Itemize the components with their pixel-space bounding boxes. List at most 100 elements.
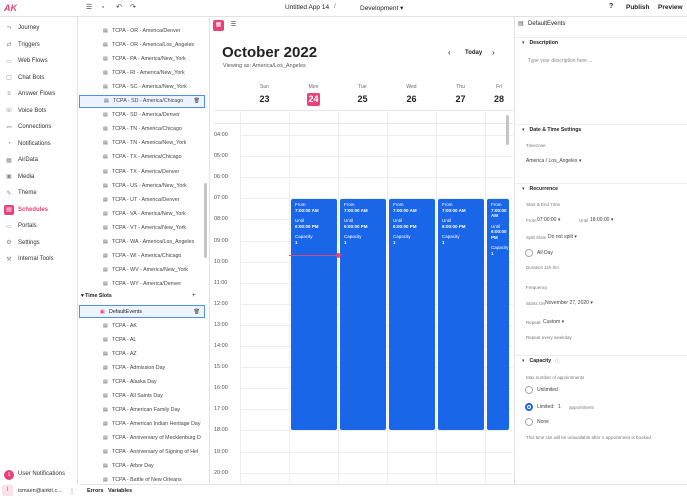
tree-item[interactable]: ▤ TCPA - RI - America/New_York <box>79 66 205 79</box>
tree-item[interactable]: ▤ TCPA - WI - America/Chicago <box>79 250 205 263</box>
nav-item-internal-tools[interactable]: ⚒ Internal Tools <box>0 251 78 267</box>
trash-icon[interactable]: 🗑 <box>194 309 200 315</box>
app-logo[interactable]: AK <box>4 3 17 13</box>
event-block[interactable]: From 7:00:00 AM Until 6:00:00 PM Capacity 1 <box>487 199 509 430</box>
description-input[interactable]: Type your description here ... <box>528 58 592 64</box>
split-select[interactable]: Do not split ▾ <box>548 234 577 240</box>
nav-item-notifications[interactable]: ◔ Notifications <box>0 136 78 152</box>
today-button[interactable]: Today <box>465 50 482 56</box>
preview-button[interactable]: Preview <box>658 4 683 11</box>
timeslot-item[interactable]: ▤ TCPA - Arbor Day <box>79 459 205 472</box>
tree-item-default-events[interactable]: ▣ DefaultEvents 🗑 <box>79 305 205 318</box>
tree-item[interactable]: ▤ TCPA - WV - America/New_York <box>79 264 205 277</box>
nav-item-chat-bots[interactable]: ▢ Chat Bots <box>0 70 78 86</box>
user-email[interactable]: ismaen@airkit.c... <box>18 488 62 494</box>
user-notifications-link[interactable]: User Notifications <box>18 471 65 477</box>
menu-icon[interactable]: ☰ <box>84 3 94 13</box>
all-day-checkbox[interactable] <box>525 249 533 257</box>
timeslot-item[interactable]: ▤ TCPA - All Saints Day <box>79 389 205 402</box>
errors-tab[interactable]: Errors <box>87 488 104 494</box>
capacity-section-header[interactable]: ▾ Capacity ⓘ <box>514 355 687 366</box>
app-title[interactable]: Untitled App 14 <box>285 4 329 11</box>
date-time-section-header[interactable]: ▾ Date & Time Settings <box>514 124 687 135</box>
redo-icon[interactable]: ↷ <box>128 3 138 13</box>
timeslot-item[interactable]: ▤ TCPA - AK <box>79 319 205 332</box>
avatar[interactable]: I <box>2 485 13 496</box>
add-timeslot-button[interactable]: + <box>192 293 196 299</box>
timeslot-item[interactable]: ▤ TCPA - American Family Day <box>79 403 205 416</box>
tree-item[interactable]: ▤ TCPA - US - America/New_York <box>79 179 205 192</box>
tree-item[interactable]: ▤ TCPA - VA - America/New_York <box>79 207 205 220</box>
tree-item[interactable]: ▤ TCPA - VT - America/New_York <box>79 221 205 234</box>
undo-icon[interactable]: ↶ <box>114 3 124 13</box>
nav-item-media[interactable]: ▣ Media <box>0 169 78 185</box>
timeslot-item[interactable]: ▤ TCPA - Admission Day <box>79 361 205 374</box>
day-header[interactable]: Fri 28 <box>485 84 513 106</box>
calendar-view-icon[interactable]: ▦ <box>213 20 224 31</box>
nav-item-web-flows[interactable]: ▭ Web Flows <box>0 53 78 69</box>
chevron-right-icon[interactable]: › <box>492 48 495 57</box>
calendar-scrollbar[interactable] <box>506 115 509 145</box>
event-block[interactable]: From 7:00:00 AM Until 6:00:00 PM Capacity 1 <box>438 199 484 430</box>
day-header[interactable]: Wed 26 <box>387 84 436 106</box>
description-section-header[interactable]: ▾ Description <box>514 37 687 48</box>
tree-scrollbar[interactable] <box>204 183 207 258</box>
timeslot-item[interactable]: ▤ TCPA - Anniversary of Signing of Hel <box>79 445 205 458</box>
day-header[interactable]: Tue 25 <box>338 84 387 106</box>
trash-icon[interactable]: 🗑 <box>194 98 200 104</box>
tree-item[interactable]: ▤ TCPA - OR - America/Los_Angeles <box>79 38 205 51</box>
more-icon[interactable]: ⋮ <box>69 488 75 495</box>
nav-item-answer-flows[interactable]: ≡ Answer Flows <box>0 86 78 102</box>
tree-item[interactable]: ▤ TCPA - OR - America/Denver <box>79 24 205 37</box>
unlimited-radio[interactable] <box>525 386 533 394</box>
day-header[interactable]: Sun 23 <box>240 84 289 106</box>
tree-item[interactable]: ▤ TCPA - WY - America/Denver <box>79 278 205 291</box>
event-block[interactable]: From 7:00:00 AM Until 6:00:00 PM Capacity 1 <box>389 199 435 430</box>
timeslots-header[interactable]: ▾ Time Slots <box>81 293 201 303</box>
chevron-left-icon[interactable]: ‹ <box>448 48 451 57</box>
nav-item-settings[interactable]: ⚙ Settings <box>0 235 78 251</box>
event-block[interactable]: From 7:00:00 AM Until 6:00:00 PM Capacity 1 <box>291 199 337 430</box>
none-radio[interactable] <box>525 418 533 426</box>
repeat-select[interactable]: Custom ▾ <box>543 319 564 325</box>
tree-item[interactable]: ▤ TCPA - WA - America/Los_Angeles <box>79 236 205 249</box>
nav-item-theme[interactable]: ✎ Theme <box>0 185 78 201</box>
nav-item-portals[interactable]: ▭ Portals <box>0 218 78 234</box>
tree-item[interactable]: ▤ TCPA - SC - America/New_York <box>79 80 205 93</box>
environment-select[interactable]: Development ▾ <box>360 4 403 12</box>
tree-item[interactable]: ▤ TCPA - TN - America/New_York <box>79 137 205 150</box>
nav-item-journey[interactable]: ⤳ Journey <box>0 20 78 36</box>
variables-tab[interactable]: Variables <box>108 488 132 494</box>
timeslot-item[interactable]: ▤ TCPA - Battle of New Orleans <box>79 473 205 484</box>
nav-item-schedules[interactable]: ▤ Schedules <box>0 202 78 218</box>
nav-item-voice-bots[interactable]: ☏ Voice Bots <box>0 103 78 119</box>
timeslot-item[interactable]: ▤ TCPA - Alaska Day <box>79 375 205 388</box>
save-icon[interactable]: ▫ <box>98 3 108 13</box>
nav-item-connections[interactable]: ⚯ Connections <box>0 119 78 135</box>
tree-item[interactable]: ▤ TCPA - TX - America/Chicago <box>79 151 205 164</box>
limited-radio[interactable] <box>525 403 533 411</box>
from-time-select[interactable]: 07:00:00 ▾ <box>537 217 560 223</box>
nav-item-airdata[interactable]: ▦ AirData <box>0 152 78 168</box>
list-view-icon[interactable]: ☰ <box>228 20 239 31</box>
tree-item[interactable]: ▤ TCPA - SD - America/Denver <box>79 109 205 122</box>
tree-item[interactable]: ▤ TCPA - TX - America/Denver <box>79 165 205 178</box>
event-block[interactable]: From 7:00:00 AM Until 6:00:00 PM Capacity 1 <box>340 199 386 430</box>
tree-item[interactable]: ▤ TCPA - UT - America/Denver <box>79 193 205 206</box>
timeslot-item[interactable]: ▤ TCPA - Anniversary of Mecklenburg D <box>79 431 205 444</box>
help-icon[interactable]: ? <box>609 3 613 10</box>
timeslot-item[interactable]: ▤ TCPA - AZ <box>79 347 205 360</box>
day-header[interactable]: Mon 24 <box>289 84 338 106</box>
limited-value-input[interactable]: 1 <box>558 404 561 410</box>
starts-on-select[interactable]: November 27, 2020 ▾ <box>545 300 593 306</box>
tree-item[interactable]: ▤ TCPA - SD - America/Chicago 🗑 <box>79 94 205 108</box>
timeslot-item[interactable]: ▤ TCPA - American Indian Heritage Day <box>79 417 205 430</box>
recurrence-section-header[interactable]: ▾ Recurrence <box>514 183 687 194</box>
day-header[interactable]: Thu 27 <box>436 84 485 106</box>
publish-button[interactable]: Publish <box>626 4 649 11</box>
timeslot-item[interactable]: ▤ TCPA - AL <box>79 333 205 346</box>
tree-item[interactable]: ▤ TCPA - PA - America/New_York <box>79 52 205 65</box>
timezone-select[interactable]: America / Los_Angeles ▾ <box>526 158 581 164</box>
until-time-select[interactable]: 18:00:00 ▾ <box>590 217 613 223</box>
tree-item[interactable]: ▤ TCPA - TN - America/Chicago <box>79 123 205 136</box>
